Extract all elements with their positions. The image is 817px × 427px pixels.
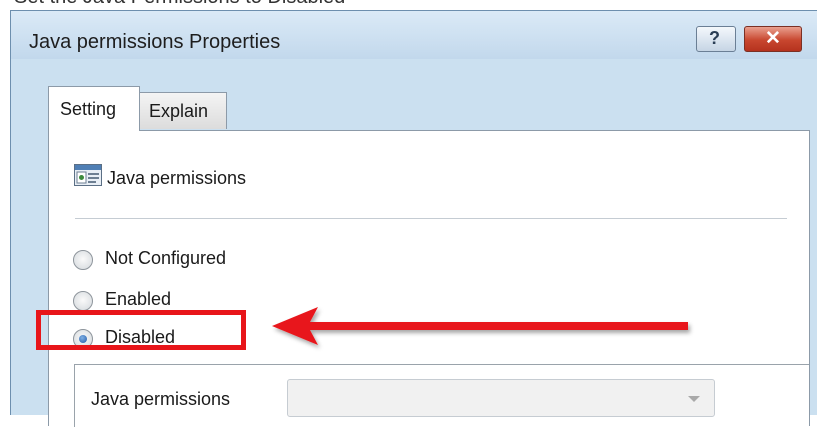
tab-setting[interactable]: Setting (48, 86, 140, 131)
radio-label: Enabled (105, 289, 172, 309)
java-permissions-dropdown[interactable] (287, 379, 715, 417)
tab-setting-label: Setting (60, 99, 117, 119)
help-button[interactable]: ? (696, 26, 736, 52)
help-icon: ? (709, 28, 720, 48)
policy-name: Java permissions (107, 168, 247, 188)
properties-dialog: Java permissions Properties ? ✕ Setting … (10, 10, 817, 427)
window-title: Java permissions Properties (29, 31, 281, 53)
cropped-text: Set the Java Permissions to Disabled (14, 0, 345, 9)
radio-button[interactable] (73, 291, 93, 311)
divider (75, 218, 787, 219)
setting-panel: Java permissions Not Configured Enabled … (48, 130, 810, 427)
policy-setting-icon (74, 164, 102, 186)
chevron-down-icon (688, 396, 700, 402)
options-group: Java permissions (74, 364, 809, 427)
radio-label: Not Configured (105, 248, 227, 268)
radio-button[interactable] (73, 250, 93, 270)
options-label: Java permissions (91, 389, 231, 409)
annotation-arrow-icon (272, 307, 688, 345)
close-icon: ✕ (765, 28, 781, 49)
tab-explain-label: Explain (149, 101, 209, 121)
annotation-highlight-box (36, 310, 246, 350)
close-button[interactable]: ✕ (744, 26, 802, 52)
tab-explain[interactable]: Explain (139, 92, 227, 129)
title-bar: Java permissions Properties ? ✕ (11, 11, 817, 59)
